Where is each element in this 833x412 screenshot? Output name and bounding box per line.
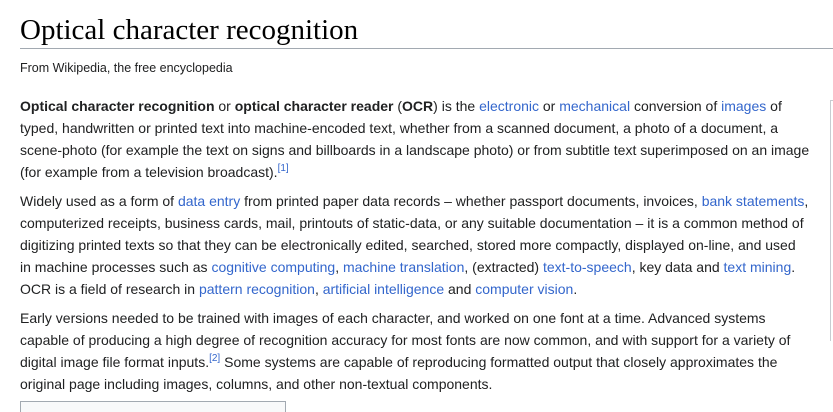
article-body: Optical character recognition or optical… <box>20 95 810 402</box>
text-span: from printed paper data records – whethe… <box>240 193 702 209</box>
link-electronic[interactable]: electronic <box>479 98 539 114</box>
text-span: ( <box>393 98 403 114</box>
paragraph-usage: Widely used as a form of data entry from… <box>20 190 810 300</box>
site-tagline: From Wikipedia, the free encyclopedia <box>20 61 233 75</box>
link-artificial-intelligence[interactable]: artificial intelligence <box>323 281 444 297</box>
link-images[interactable]: images <box>721 98 766 114</box>
term-optical-character-recognition: Optical character recognition <box>20 98 215 114</box>
text-span: and <box>444 281 476 297</box>
text-span: or <box>539 98 560 114</box>
article-page: Optical character recognition From Wikip… <box>20 0 833 412</box>
text-span: , (extracted) <box>464 259 543 275</box>
term-ocr: OCR <box>402 98 434 114</box>
link-cognitive-computing[interactable]: cognitive computing <box>211 259 335 275</box>
text-span: conversion of <box>630 98 722 114</box>
text-span: , <box>314 281 323 297</box>
text-span: or <box>214 98 235 114</box>
citation-2[interactable]: [2] <box>209 353 220 364</box>
text-span: , <box>335 259 343 275</box>
page-title: Optical character recognition <box>20 14 359 46</box>
contents-box[interactable] <box>20 401 286 412</box>
citation-1[interactable]: [1] <box>278 163 289 174</box>
title-divider <box>20 48 833 49</box>
link-bank-statements[interactable]: bank statements <box>702 193 805 209</box>
paragraph-history: Early versions needed to be trained with… <box>20 307 810 395</box>
link-computer-vision[interactable]: computer vision <box>475 281 573 297</box>
link-text-to-speech[interactable]: text-to-speech <box>543 259 632 275</box>
link-pattern-recognition[interactable]: pattern recognition <box>199 281 315 297</box>
link-machine-translation[interactable]: machine translation <box>343 259 464 275</box>
text-span: , key data and <box>631 259 724 275</box>
link-mechanical[interactable]: mechanical <box>559 98 630 114</box>
term-optical-character-reader: optical character reader <box>234 98 394 114</box>
link-text-mining[interactable]: text mining <box>724 259 792 275</box>
text-span: ) is the <box>433 98 480 114</box>
paragraph-intro: Optical character recognition or optical… <box>20 95 810 183</box>
text-span: Widely used as a form of <box>20 193 178 209</box>
text-span: . <box>573 281 578 297</box>
link-data-entry[interactable]: data entry <box>178 193 240 209</box>
